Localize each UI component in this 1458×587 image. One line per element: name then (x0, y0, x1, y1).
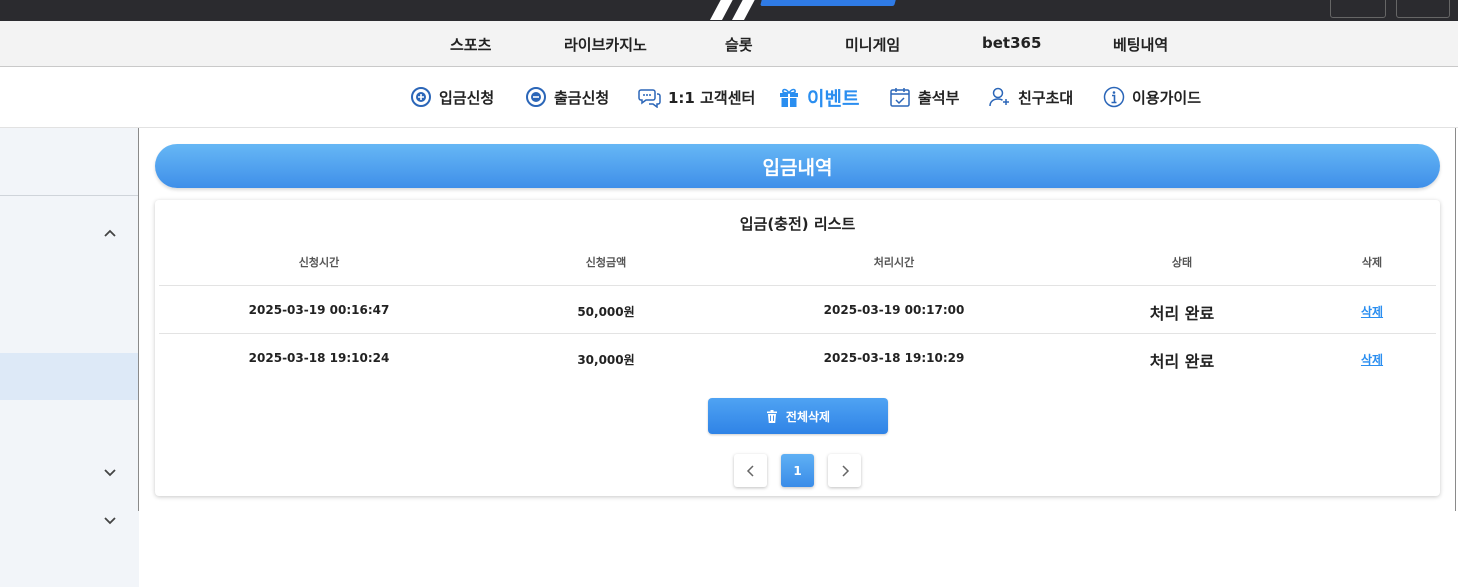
subnav-attendance-label: 출석부 (918, 88, 960, 107)
nav-sports[interactable]: 스포츠 (450, 34, 491, 55)
delete-all-button[interactable]: 전체삭제 (708, 398, 888, 434)
pagination-prev[interactable] (734, 454, 767, 487)
nav-bet365[interactable]: bet365 (982, 34, 1041, 52)
page-title: 입금내역 (155, 144, 1440, 188)
plus-circle-icon (411, 87, 431, 107)
minus-circle-icon (526, 87, 546, 107)
subnav-guide[interactable]: 이용가이드 (1103, 84, 1201, 110)
subnav-event[interactable]: 이벤트 (778, 84, 859, 110)
delete-link[interactable]: 삭제 (1361, 351, 1383, 368)
cell-status: 처리 완료 (1149, 352, 1215, 371)
subnav-invite[interactable]: 친구초대 (989, 84, 1073, 110)
chevron-up-icon[interactable] (101, 224, 119, 242)
cell-request-time: 2025-03-18 19:10:24 (248, 351, 390, 365)
pagination-next[interactable] (828, 454, 861, 487)
user-plus-icon (989, 87, 1009, 107)
chevron-left-icon (746, 464, 754, 477)
main-nav: 스포츠 라이브카지노 슬롯 미니게임 bet365 베팅내역 (0, 21, 1458, 67)
nav-slot[interactable]: 슬롯 (725, 34, 753, 55)
column-header-processed-time: 처리시간 (873, 256, 915, 269)
row-divider (159, 333, 1436, 334)
content-bottom-area (139, 511, 1458, 587)
brand-logo[interactable] (700, 0, 760, 20)
cell-amount: 30,000원 (577, 353, 635, 367)
delete-link[interactable]: 삭제 (1361, 303, 1383, 320)
info-icon (1103, 86, 1125, 108)
chevron-down-icon[interactable] (101, 464, 119, 482)
cell-amount: 50,000원 (577, 305, 635, 319)
chat-icon (638, 89, 661, 108)
column-header-status: 상태 (1171, 256, 1193, 269)
list-title: 입금(충전) 리스트 (739, 215, 856, 233)
subnav-support[interactable]: 1:1 고객센터 (638, 84, 755, 110)
subnav-invite-label: 친구초대 (1018, 88, 1074, 107)
column-header-amount: 신청금액 (585, 256, 627, 269)
column-header-delete: 삭제 (1361, 256, 1383, 269)
subnav-withdraw-label: 출금신청 (554, 88, 610, 107)
trash-icon (766, 409, 777, 423)
nav-live-casino[interactable]: 라이브카지노 (564, 34, 647, 55)
top-header-bar (0, 0, 1458, 21)
pagination-page-current[interactable]: 1 (781, 454, 814, 487)
subnav-withdraw[interactable]: 출금신청 (525, 84, 609, 110)
sidebar-divider (138, 128, 139, 511)
sub-nav: 입금신청 출금신청 1:1 고객센터 이벤트 출석부 친구초대 이용가이드 (0, 67, 1458, 128)
chevron-right-icon (841, 464, 849, 477)
deposit-list-card: 입금(충전) 리스트 신청시간 신청금액 처리시간 상태 삭제 2025-03-… (155, 200, 1440, 496)
header-button-2[interactable] (1396, 0, 1450, 18)
chevron-down-icon[interactable] (101, 512, 119, 530)
cell-request-time: 2025-03-19 00:16:47 (248, 303, 390, 317)
subnav-deposit-label: 입금신청 (439, 88, 495, 107)
calendar-check-icon (890, 88, 910, 107)
subnav-attendance[interactable]: 출석부 (889, 84, 959, 110)
nav-bet-history[interactable]: 베팅내역 (1113, 34, 1168, 55)
subnav-event-label: 이벤트 (807, 87, 860, 110)
gift-icon (780, 88, 798, 107)
header-button-1[interactable] (1330, 0, 1386, 18)
sidebar-item-active[interactable] (0, 353, 139, 400)
sidebar-header (0, 128, 139, 196)
subnav-guide-label: 이용가이드 (1132, 88, 1202, 107)
cell-status: 처리 완료 (1149, 304, 1215, 323)
subnav-deposit[interactable]: 입금신청 (410, 84, 494, 110)
cell-processed-time: 2025-03-18 19:10:29 (823, 351, 965, 365)
brand-logo-tag (760, 0, 898, 6)
content-right-border (1455, 128, 1456, 511)
nav-minigame[interactable]: 미니게임 (845, 34, 900, 55)
subnav-support-label: 1:1 고객센터 (668, 88, 756, 107)
row-divider (159, 285, 1436, 286)
column-header-request-time: 신청시간 (298, 256, 340, 269)
delete-all-label: 전체삭제 (785, 409, 831, 424)
sidebar (0, 128, 139, 587)
cell-processed-time: 2025-03-19 00:17:00 (823, 303, 965, 317)
